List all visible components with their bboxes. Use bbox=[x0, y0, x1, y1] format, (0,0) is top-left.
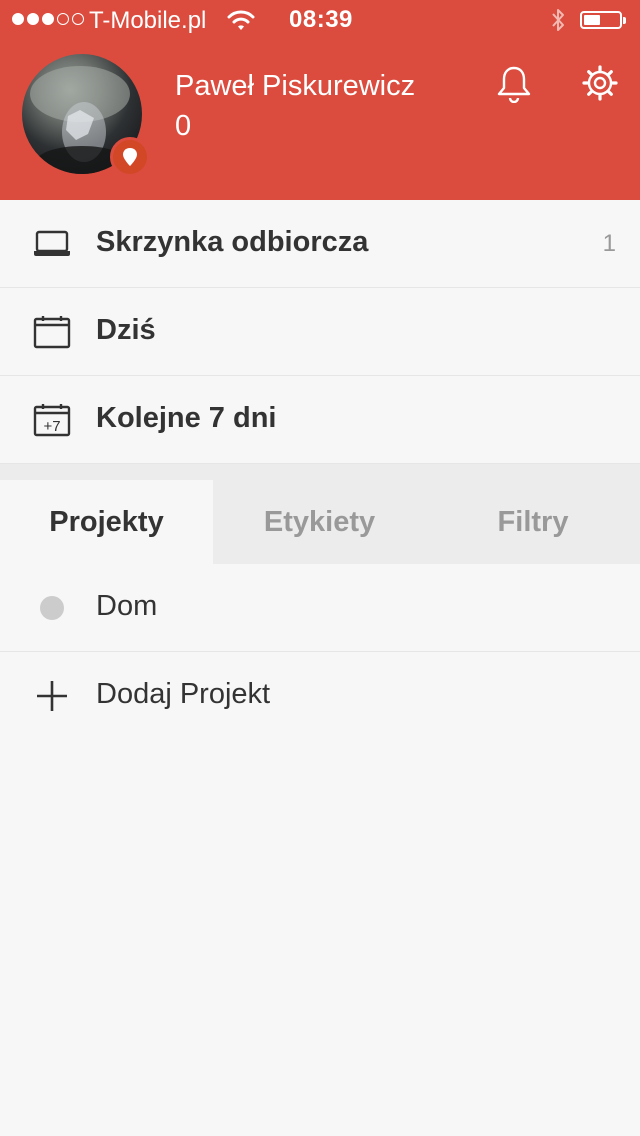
clock: 08:39 bbox=[289, 6, 353, 33]
nav-label-inbox: Skrzynka odbiorcza bbox=[96, 226, 369, 258]
tab-filters[interactable]: Filtry bbox=[426, 480, 640, 564]
add-project-button[interactable]: Dodaj Projekt bbox=[0, 652, 640, 739]
calendar-plus7-text: +7 bbox=[43, 418, 60, 435]
nav-item-next-7-days[interactable]: +7 Kolejne 7 dni bbox=[0, 376, 640, 464]
calendar-icon bbox=[32, 314, 72, 350]
app-header: T-Mobile.pl 08:39 Paweł Piskurewicz 0 bbox=[0, 0, 640, 200]
nav-label-next-7-days: Kolejne 7 dni bbox=[96, 402, 277, 434]
inbox-tray-icon bbox=[32, 226, 72, 262]
gear-icon[interactable] bbox=[580, 63, 620, 103]
battery-icon bbox=[580, 11, 626, 29]
tab-projects[interactable]: Projekty bbox=[0, 480, 213, 564]
bell-icon[interactable] bbox=[494, 63, 534, 104]
signal-strength-icon bbox=[12, 13, 84, 25]
location-pin-icon bbox=[110, 137, 150, 177]
project-label: Dom bbox=[96, 590, 158, 622]
project-item[interactable]: Dom bbox=[0, 564, 640, 652]
calendar-plus7-icon: +7 bbox=[32, 402, 72, 438]
wifi-icon bbox=[226, 8, 256, 38]
nav-item-today[interactable]: Dziś bbox=[0, 288, 640, 376]
add-project-label: Dodaj Projekt bbox=[96, 678, 271, 710]
carrier-name: T-Mobile.pl bbox=[89, 7, 207, 34]
bluetooth-icon bbox=[550, 7, 566, 39]
inbox-count-badge: 1 bbox=[602, 230, 616, 257]
status-bar: T-Mobile.pl 08:39 bbox=[0, 0, 640, 40]
karma-score: 0 bbox=[175, 110, 192, 142]
user-name: Paweł Piskurewicz bbox=[175, 70, 416, 102]
plus-icon bbox=[36, 680, 68, 712]
project-color-dot bbox=[40, 596, 64, 620]
nav-label-today: Dziś bbox=[96, 314, 156, 346]
tab-labels[interactable]: Etykiety bbox=[213, 480, 426, 564]
nav-item-inbox[interactable]: Skrzynka odbiorcza 1 bbox=[0, 200, 640, 288]
